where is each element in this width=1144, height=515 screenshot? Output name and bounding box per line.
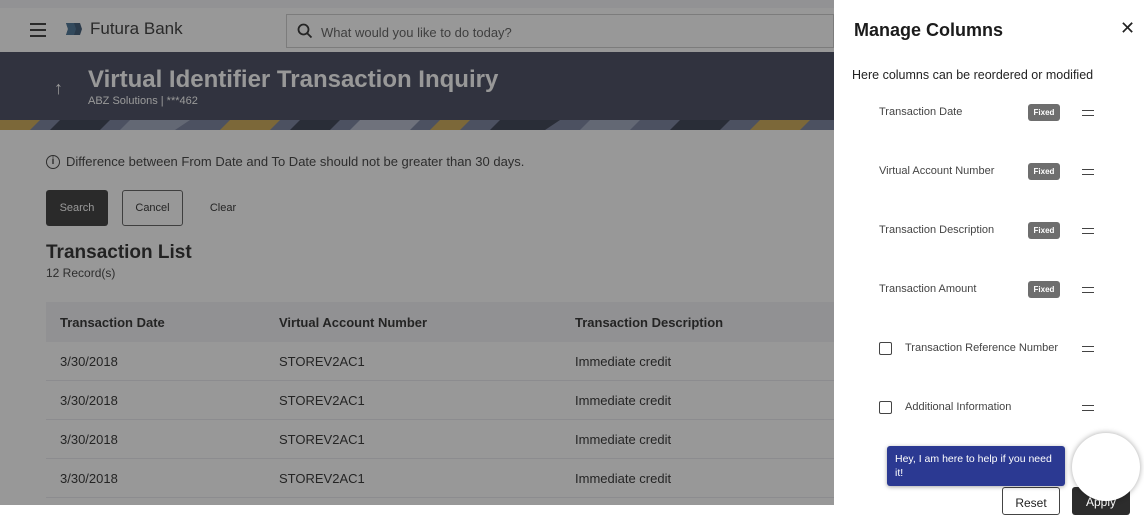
column-item-label: Transaction Reference Number: [905, 342, 1059, 354]
column-checkbox[interactable]: [879, 401, 892, 414]
fixed-badge: Fixed: [1028, 163, 1060, 180]
manage-columns-description: Here columns can be reordered or modifie…: [852, 68, 1094, 82]
column-item-label: Transaction Date: [879, 106, 963, 118]
modal-backdrop[interactable]: [0, 0, 834, 505]
drag-handle-icon[interactable]: [1082, 169, 1094, 175]
chatbot-avatar-icon[interactable]: [1072, 433, 1140, 501]
column-item-label: Additional Information: [905, 401, 1012, 413]
reset-button[interactable]: Reset: [1002, 487, 1060, 515]
column-item-transaction-description: Transaction Description Fixed: [834, 216, 1144, 246]
column-item-additional-information: Additional Information: [834, 393, 1144, 423]
column-item-label: Transaction Description: [879, 224, 995, 236]
column-checkbox[interactable]: [879, 342, 892, 355]
column-item-transaction-reference-number: Transaction Reference Number: [834, 334, 1144, 364]
chat-bubble[interactable]: Hey, I am here to help if you need it!: [887, 446, 1065, 486]
column-item-label: Transaction Amount: [879, 283, 977, 295]
fixed-badge: Fixed: [1028, 222, 1060, 239]
drag-handle-icon[interactable]: [1082, 405, 1094, 411]
fixed-badge: Fixed: [1028, 281, 1060, 298]
main-app: Futura Bank ↑ Virtual Identifier Transac…: [0, 0, 834, 505]
manage-columns-panel: Manage Columns ✕ Here columns can be reo…: [834, 0, 1144, 505]
manage-columns-title: Manage Columns: [854, 20, 1004, 40]
column-item-virtual-account-number: Virtual Account Number Fixed: [834, 157, 1144, 187]
column-item-transaction-date: Transaction Date Fixed: [834, 98, 1144, 128]
drag-handle-icon[interactable]: [1082, 287, 1094, 293]
drag-handle-icon[interactable]: [1082, 346, 1094, 352]
drag-handle-icon[interactable]: [1082, 228, 1094, 234]
column-item-transaction-amount: Transaction Amount Fixed: [834, 275, 1144, 305]
drag-handle-icon[interactable]: [1082, 110, 1094, 116]
fixed-badge: Fixed: [1028, 104, 1060, 121]
column-item-label: Virtual Account Number: [879, 165, 995, 177]
close-icon[interactable]: ✕: [1120, 18, 1135, 39]
